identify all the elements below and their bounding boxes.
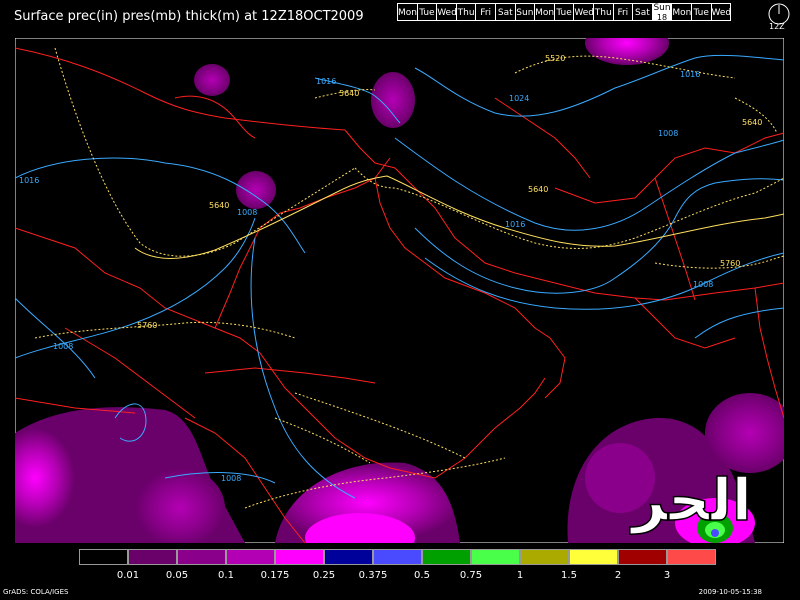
legend-swatch [226, 549, 275, 565]
day-tab[interactable]: Tue [416, 3, 438, 21]
day-tab[interactable]: Wed [710, 3, 732, 21]
pressure-label: 1024 [509, 94, 529, 103]
day-tab-label: Tue [556, 8, 572, 18]
legend-swatch [471, 549, 520, 565]
day-tab-label: Sun [516, 8, 534, 18]
map-title: Surface prec(in) pres(mb) thick(m) at 12… [14, 9, 364, 24]
legend-label: 0.75 [459, 570, 483, 581]
day-tab-label: Sat [635, 8, 650, 18]
legend-swatch [324, 549, 373, 565]
pressure-label: 1008 [53, 342, 73, 351]
legend-label: 1.5 [561, 570, 577, 581]
thickness-label: 5640 [209, 201, 229, 210]
thickness-label: 5640 [339, 89, 359, 98]
legend-swatch [373, 549, 422, 565]
day-tab[interactable]: Wed [436, 3, 457, 21]
pressure-label: 1008 [237, 208, 257, 217]
day-tab[interactable]: Sat [494, 3, 516, 21]
day-tab-label: Fri [480, 8, 492, 18]
legend-label: 3 [663, 570, 671, 581]
day-tab-label: Tue [693, 8, 709, 18]
precip-legend [79, 549, 716, 565]
legend-label: 0.375 [358, 570, 388, 581]
day-tab-label: Mon [535, 8, 555, 18]
day-tab-label: Sun [653, 3, 671, 13]
legend-swatch [618, 549, 667, 565]
legend-swatch [422, 549, 471, 565]
day-tab-label: Mon [398, 8, 417, 18]
day-tab[interactable]: Tue [690, 3, 712, 21]
day-tab[interactable]: Fri [475, 3, 496, 21]
thickness-label: 5640 [528, 185, 548, 194]
legend-swatch [128, 549, 177, 565]
day-tab[interactable]: Mon [671, 3, 692, 21]
day-tab[interactable]: Thu [592, 3, 614, 21]
pressure-label: 1008 [693, 280, 713, 289]
day-tab[interactable]: Sat [632, 3, 653, 21]
day-tab-label: Wed [574, 8, 594, 18]
pressure-label: 1008 [221, 474, 241, 483]
day-tab[interactable]: Mon [534, 3, 555, 21]
legend-label: 0.01 [116, 570, 140, 581]
day-tab-label: Wed [711, 8, 732, 18]
pressure-label: 1016 [316, 77, 336, 86]
thickness-label: 5640 [742, 118, 762, 127]
day-tab-label: Mon [672, 8, 692, 18]
legend-swatch [177, 549, 226, 565]
thickness-label: 5760 [720, 259, 740, 268]
day-tab[interactable]: Tue [553, 3, 575, 21]
legend-label: 0.5 [414, 570, 430, 581]
thickness-label: 5520 [545, 54, 565, 63]
footer-credit: GrADS: COLA/IGES [3, 588, 69, 596]
legend-swatch [569, 549, 618, 565]
svg-text:الحر: الحر [629, 466, 752, 535]
footer-timestamp: 2009-10-05-15:38 [698, 588, 762, 596]
precip-legend-labels: 0.01 0.05 0.1 0.175 0.25 0.375 0.5 0.75 1 1.5 2 3 [79, 570, 729, 582]
day-tab[interactable]: Sun 18 [651, 3, 673, 22]
day-tab-label: Thu [457, 8, 475, 18]
day-tab-label: Tue [419, 8, 435, 18]
pressure-label: 1016 [19, 176, 39, 185]
day-selector: Mon Tue Wed Thu Fri Sat Sun Mon Tue Wed Thu Fri Sat S… [397, 3, 732, 22]
legend-label: 0.175 [260, 570, 290, 581]
pressure-label: 1016 [505, 220, 525, 229]
day-tab-label: Sat [497, 8, 513, 18]
legend-swatch [79, 549, 128, 565]
day-tab-date: 18 [656, 13, 668, 22]
pressure-label: 1008 [658, 129, 678, 138]
thickness-label: 5760 [137, 321, 157, 330]
legend-swatch [275, 549, 324, 565]
day-tab-label: Wed [437, 8, 457, 18]
day-tab-label: Thu [594, 8, 612, 18]
watermark-logo: الحر [628, 465, 752, 536]
legend-label: 2 [614, 570, 622, 581]
day-tab[interactable]: Thu [455, 3, 477, 21]
pressure-label: 1016 [680, 70, 700, 79]
day-tab[interactable]: Sun [514, 3, 536, 21]
day-tab[interactable]: Wed [573, 3, 594, 21]
day-tab-label: Fri [617, 8, 629, 18]
legend-label: 0.1 [218, 570, 234, 581]
legend-label: 1 [516, 570, 524, 581]
legend-label: 0.05 [165, 570, 189, 581]
clock-label: 12Z [769, 22, 785, 31]
legend-label: 0.25 [312, 570, 336, 581]
legend-swatch [520, 549, 569, 565]
day-tab[interactable]: Mon [397, 3, 418, 21]
day-tab[interactable]: Fri [612, 3, 634, 21]
legend-swatch [667, 549, 716, 565]
